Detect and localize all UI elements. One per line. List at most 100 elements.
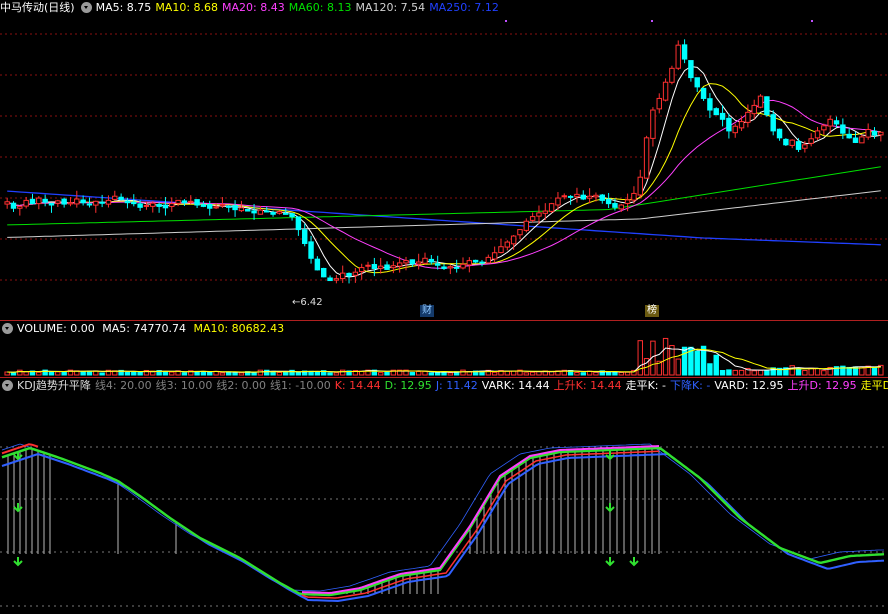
candle-body (561, 195, 568, 198)
candle-body (371, 263, 378, 269)
candle-body (472, 259, 479, 263)
candle-body (700, 87, 707, 99)
chevron-down-icon[interactable] (2, 380, 13, 391)
volume-bar (694, 350, 700, 376)
chevron-down-icon[interactable] (2, 323, 13, 334)
volume-bar (624, 371, 631, 376)
candle-body (612, 203, 618, 208)
candle-body (226, 205, 232, 208)
volume-bar (327, 372, 333, 376)
volume-bar (124, 372, 131, 376)
candle-body (358, 267, 365, 273)
candle-body (327, 277, 333, 282)
candle-body (643, 137, 650, 179)
kdj-label-8: VARK: 14.44 (481, 379, 550, 392)
candle-body (441, 266, 447, 269)
finance-marker[interactable]: 财 (420, 305, 434, 317)
candle-body (745, 111, 751, 123)
candle-body (86, 203, 93, 206)
d-thin-line (1, 443, 884, 592)
price-chart[interactable] (0, 0, 888, 320)
candle-body (833, 120, 840, 125)
candle-body (333, 278, 340, 281)
stock-name: 中马传动 (0, 1, 44, 14)
kdj-label-11: 下降K: - (669, 379, 711, 392)
volume-bar (814, 368, 821, 376)
volume-bar (593, 371, 599, 376)
candle-body (605, 198, 612, 205)
volume-bar (719, 370, 726, 376)
candle-body (802, 144, 808, 149)
candle-body (74, 198, 80, 205)
kdj-label-4: 线1: -10.00 (270, 379, 331, 392)
candle-body (118, 196, 124, 200)
volume-title: VOLUME: 0.00 (17, 322, 95, 335)
candle-body (384, 264, 390, 270)
candle-body (776, 128, 783, 139)
volume-bar (276, 371, 283, 376)
candle-body (675, 44, 681, 69)
k-rise-line (301, 445, 660, 595)
candle-body (466, 260, 473, 266)
candle-body (586, 195, 593, 199)
volume-bar (131, 371, 137, 376)
candle-body (460, 263, 466, 269)
kdj-chart[interactable] (0, 378, 888, 614)
candle-body (219, 204, 226, 207)
price-panel[interactable]: 中马传动(日线) MA5: 8.75 MA10: 8.68 MA20: 8.43 MA6… (0, 0, 888, 320)
volume-bar (795, 367, 802, 376)
volume-bar (529, 371, 536, 376)
kdj-label-14: 走平D: - (860, 379, 888, 392)
candle-body (618, 204, 624, 210)
candle-body (593, 194, 599, 198)
down-arrow-icon (605, 557, 615, 567)
candle-body (783, 138, 789, 146)
ma-label-3: MA60: 8.13 (288, 1, 352, 14)
signal-dot (505, 20, 507, 22)
candle-body (447, 266, 454, 269)
candle-body (536, 212, 542, 217)
volume-bar (821, 370, 827, 376)
volume-bar (283, 371, 289, 376)
volume-legend: VOLUME: 0.00 MA5: 74770.74 MA10: 80682.4… (0, 321, 288, 337)
candle-body (770, 114, 776, 132)
candle-body (732, 125, 738, 134)
volume-bar (574, 372, 580, 376)
volume-ma5: MA5: 74770.74 (102, 322, 186, 335)
down-arrow-icon (13, 557, 23, 567)
candle-body (320, 267, 327, 278)
volume-bar (48, 371, 55, 376)
candle-body (726, 117, 732, 132)
ranking-marker[interactable]: 榜 (645, 305, 659, 317)
ma-label-2: MA20: 8.43 (222, 1, 285, 14)
candle-body (150, 202, 156, 207)
ma60-line (7, 166, 881, 226)
volume-bar (757, 369, 764, 376)
kdj-panel[interactable]: KDJ趋势升平降 线4: 20.00 线3: 10.00 线2: 0.00 线1: -1… (0, 378, 888, 614)
ma-label-4: MA120: 7.54 (355, 1, 426, 14)
candle-body (789, 139, 795, 146)
kdj-label-12: VARD: 12.95 (714, 379, 784, 392)
candle-body (555, 197, 561, 206)
candle-body (491, 252, 498, 260)
volume-bar (207, 371, 213, 376)
candle-body (17, 205, 23, 209)
candle-body (713, 108, 719, 116)
candle-body (238, 207, 245, 212)
candle-body (390, 265, 397, 269)
candle-body (93, 200, 99, 206)
candle-body (624, 199, 631, 204)
ma20-line (6, 99, 881, 269)
volume-bar (738, 369, 745, 376)
candle-body (99, 201, 105, 204)
kdj-label-10: 走平K: - (625, 379, 666, 392)
candle-body (396, 262, 403, 267)
ma-label-0: MA5: 8.75 (95, 1, 152, 14)
candle-body (764, 96, 770, 116)
volume-panel[interactable]: VOLUME: 0.00 MA5: 74770.74 MA10: 80682.4… (0, 321, 888, 377)
chevron-down-icon[interactable] (80, 2, 92, 13)
down-arrow-icon (13, 503, 23, 513)
candle-body (162, 204, 169, 209)
volume-bar (137, 371, 143, 376)
candle-body (669, 67, 675, 83)
